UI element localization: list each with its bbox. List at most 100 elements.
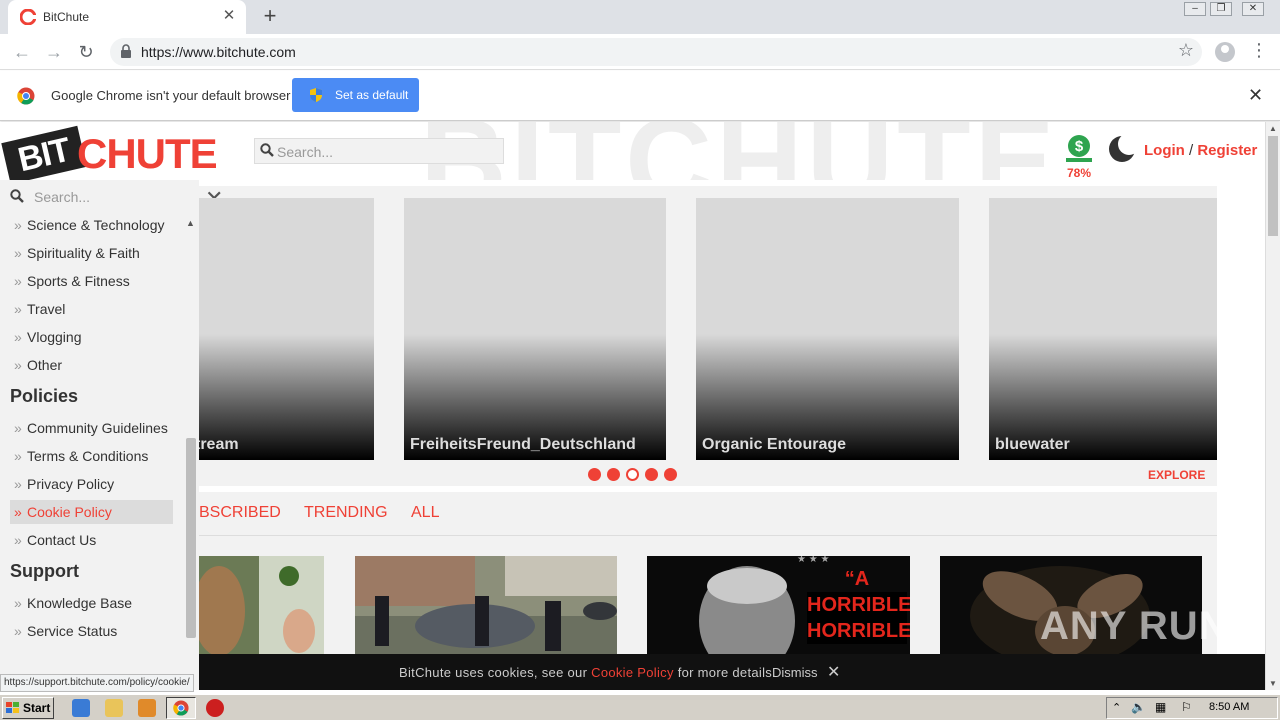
- chrome-logo-icon: [17, 87, 35, 105]
- channel-carousel: ✕ tream FreiheitsFreund_Deutschland Orga…: [199, 186, 1217, 486]
- tab-all[interactable]: ALL: [411, 504, 439, 522]
- login-register-links: Login / Register: [1144, 142, 1257, 159]
- action-center-flag-icon[interactable]: ⚐: [1181, 700, 1192, 714]
- infobar-close-icon[interactable]: ✕: [1248, 85, 1263, 106]
- carousel-dot[interactable]: [588, 468, 601, 481]
- header-search-input[interactable]: Search...: [254, 138, 504, 164]
- dark-mode-moon-icon[interactable]: [1108, 135, 1136, 163]
- minimize-window-icon[interactable]: –: [1184, 2, 1206, 16]
- volume-icon[interactable]: 🔈: [1131, 700, 1146, 714]
- sidebar-item-terms-conditions[interactable]: Terms & Conditions: [10, 444, 173, 468]
- page-scrollbar-thumb[interactable]: [1268, 136, 1278, 236]
- money-percent-label: 78%: [1067, 166, 1092, 180]
- carousel-dot[interactable]: [664, 468, 677, 481]
- sidebar-item-contact-us[interactable]: Contact Us: [10, 528, 173, 552]
- bitchute-favicon-icon: [20, 9, 36, 25]
- windows-logo-icon: [6, 702, 19, 713]
- taskbar-clock: 8:50 AM: [1209, 701, 1250, 713]
- browser-tab[interactable]: BitChute ✕: [8, 0, 246, 34]
- infobar-message: Google Chrome isn't your default browser: [51, 88, 291, 103]
- sidebar-scrollbar-thumb[interactable]: [186, 438, 196, 638]
- network-icon[interactable]: ▦: [1155, 700, 1166, 714]
- thumbnail-overlay-text: HORRIBLE: [807, 618, 910, 644]
- close-window-icon[interactable]: ✕: [1242, 2, 1264, 16]
- thumbnail-overlay-text: “A: [844, 568, 870, 590]
- tab-trending[interactable]: TRENDING: [304, 504, 388, 522]
- feed-tabs: BSCRIBED TRENDING ALL: [199, 492, 1217, 536]
- status-bar-url: https://support.bitchute.com/policy/cook…: [0, 674, 194, 692]
- sidebar-item-science-technology[interactable]: Science & Technology: [10, 213, 173, 237]
- page-scrollbar[interactable]: ▲ ▼: [1265, 122, 1280, 690]
- sidebar-scroll-up-icon[interactable]: ▲: [186, 218, 195, 228]
- carousel-dot[interactable]: [645, 468, 658, 481]
- search-icon: [260, 143, 274, 157]
- browser-toolbar: ← → ↻ https://www.bitchute.com ☆ ⋮: [0, 34, 1280, 70]
- explore-link[interactable]: EXPLORE: [1148, 468, 1205, 482]
- url-text: https://www.bitchute.com: [141, 44, 296, 60]
- chrome-menu-icon[interactable]: ⋮: [1250, 40, 1268, 61]
- internet-explorer-icon[interactable]: [72, 699, 90, 717]
- address-bar[interactable]: https://www.bitchute.com ☆: [110, 38, 1202, 66]
- new-tab-icon[interactable]: +: [258, 4, 282, 28]
- tray-expand-icon[interactable]: ⌃: [1112, 701, 1121, 714]
- cookie-close-icon[interactable]: ✕: [827, 662, 840, 682]
- search-icon: [10, 189, 24, 203]
- media-player-icon[interactable]: [138, 699, 156, 717]
- sidebar-item-vlogging[interactable]: Vlogging: [10, 325, 173, 349]
- scroll-up-icon[interactable]: ▲: [1269, 124, 1277, 133]
- sidebar-item-travel[interactable]: Travel: [10, 297, 173, 321]
- forward-arrow-icon[interactable]: →: [42, 40, 66, 64]
- channel-card[interactable]: tream: [199, 198, 374, 460]
- channel-card[interactable]: FreiheitsFreund_Deutschland: [404, 198, 666, 460]
- cookie-text: for more details.: [673, 665, 776, 680]
- video-thumbnail[interactable]: ★ ★ ★ “A HORRIBLE HORRIBLE: [647, 556, 910, 654]
- cookie-policy-link[interactable]: Cookie Policy: [591, 665, 674, 680]
- system-tray: ⌃ 🔈 ▦ ⚐: [1106, 697, 1278, 719]
- video-thumbnail[interactable]: [199, 556, 324, 654]
- stop-app-icon[interactable]: [206, 699, 224, 717]
- register-link[interactable]: Register: [1197, 142, 1257, 159]
- start-button[interactable]: Start: [2, 697, 54, 719]
- restore-window-icon[interactable]: ❐: [1210, 2, 1232, 16]
- cookie-dismiss-button[interactable]: Dismiss: [772, 665, 818, 680]
- sidebar-item-knowledge-base[interactable]: Knowledge Base: [10, 591, 173, 615]
- sidebar-item-spirituality-faith[interactable]: Spirituality & Faith: [10, 241, 173, 265]
- channel-card[interactable]: bluewater: [989, 198, 1217, 460]
- cookie-message: BitChute uses cookies, see our Cookie Po…: [399, 665, 776, 680]
- channel-card[interactable]: Organic Entourage: [696, 198, 959, 460]
- svg-text:$: $: [1075, 138, 1084, 155]
- carousel-dot[interactable]: [607, 468, 620, 481]
- sidebar-item-privacy-policy[interactable]: Privacy Policy: [10, 472, 173, 496]
- profile-avatar-icon[interactable]: [1215, 42, 1235, 62]
- scroll-down-icon[interactable]: ▼: [1269, 679, 1277, 688]
- money-download-icon[interactable]: $: [1064, 134, 1094, 164]
- anyrun-watermark: ANY RUN: [1040, 604, 1229, 648]
- reload-icon[interactable]: ↻: [74, 40, 98, 64]
- explorer-folder-icon[interactable]: [105, 699, 123, 717]
- sidebar-search-input[interactable]: Search...: [10, 188, 190, 208]
- sidebar-item-cookie-policy[interactable]: Cookie Policy: [10, 500, 173, 524]
- taskbar-chrome-button[interactable]: [166, 697, 196, 719]
- thumbnail-overlay-text: HORRIBLE: [807, 592, 910, 618]
- bitchute-page: BITCHUTE BIT CHUTE Search... $ 78% Login…: [0, 122, 1265, 654]
- sidebar-item-service-status[interactable]: Service Status: [10, 619, 173, 643]
- uac-shield-icon: [310, 88, 322, 102]
- sidebar-heading-policies: Policies: [10, 386, 79, 406]
- back-arrow-icon[interactable]: ←: [10, 40, 34, 64]
- site-header: BITCHUTE BIT CHUTE Search... $ 78% Login…: [0, 122, 1265, 180]
- cookie-text: BitChute uses cookies, see our: [399, 665, 592, 680]
- header-search-placeholder: Search...: [277, 144, 334, 160]
- login-link[interactable]: Login: [1144, 142, 1185, 159]
- sidebar-item-community-guidelines[interactable]: Community Guidelines: [10, 416, 173, 440]
- carousel-dot-active[interactable]: [626, 468, 639, 481]
- set-as-default-button[interactable]: Set as default: [292, 78, 419, 112]
- bookmark-star-icon[interactable]: ☆: [1178, 40, 1194, 61]
- sidebar-item-other[interactable]: Other: [10, 353, 173, 377]
- svg-text:★ ★ ★: ★ ★ ★: [797, 556, 829, 565]
- sidebar-item-sports-fitness[interactable]: Sports & Fitness: [10, 269, 173, 293]
- browser-tab-strip: BitChute ✕ + – ❐ ✕: [0, 0, 1280, 34]
- login-separator: /: [1189, 142, 1194, 159]
- tab-close-icon[interactable]: ✕: [220, 7, 238, 25]
- video-thumbnail[interactable]: [355, 556, 617, 654]
- tab-subscribed[interactable]: BSCRIBED: [199, 504, 281, 522]
